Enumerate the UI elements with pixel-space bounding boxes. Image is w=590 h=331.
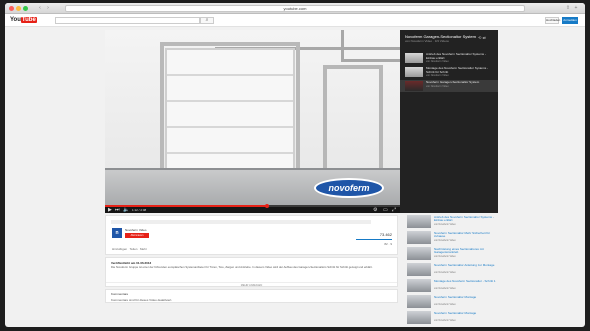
like-dislike-counts[interactable]: 82 · 9 — [384, 242, 392, 246]
share-button[interactable]: Teilen — [130, 247, 138, 251]
recommendation-item[interactable]: Novoferm Sectionaltor Montage von Novofer… — [407, 311, 502, 325]
action-bar: Hinzufügen Teilen Mehr — [112, 247, 147, 251]
upload-button[interactable]: Hochladen — [545, 17, 560, 24]
search-button[interactable]: ⌕ — [200, 17, 214, 24]
recommendation-meta: von Novoferm Video — [434, 239, 456, 242]
video-title-placeholder — [111, 220, 371, 224]
channel-avatar[interactable]: n — [112, 228, 122, 238]
playlist-item-title: Antrieb des Novoferm Sectionaltor System… — [426, 52, 486, 60]
playlist-item-channel: von Novoferm Video — [426, 60, 449, 63]
title-bar: ‹ › youtube.com ⇧ + — [5, 3, 585, 14]
progress-knob[interactable] — [265, 204, 270, 208]
recommendation-thumbnail — [407, 311, 431, 324]
recommendation-title: Antrieb des Novoferm Sectionaltor System… — [434, 215, 494, 223]
recommendation-title: Montage des Novoferm Sectionaltor - Schr… — [434, 279, 496, 283]
settings-icon[interactable]: ⚙ — [373, 207, 377, 213]
view-count: 73.462 — [379, 232, 392, 237]
recommendation-thumbnail — [407, 231, 431, 244]
recommendation-item[interactable]: Montage des Novoferm Sectionaltor - Schr… — [407, 279, 502, 293]
theater-icon[interactable]: ▭ — [383, 207, 388, 213]
loop-icon[interactable]: ⟲ — [478, 35, 481, 40]
next-icon[interactable]: ⏭ — [115, 207, 120, 213]
recommendation-meta: von Novoferm Video — [434, 271, 456, 274]
comments-card: Kommentare Kommentare sind für dieses Vi… — [105, 289, 398, 303]
recommendation-meta: von Novoferm Video — [434, 255, 456, 258]
close-window-icon[interactable] — [9, 6, 14, 11]
playlist-thumbnail — [405, 53, 423, 63]
like-ratio-bar — [356, 239, 392, 240]
recommendations-sidebar: Antrieb des Novoferm Sectionaltor System… — [407, 215, 502, 325]
playlist-item-active[interactable]: Novoferm Garagen-Sectionaltor System von … — [400, 80, 498, 92]
recommendation-item[interactable]: Antrieb des Novoferm Sectionaltor System… — [407, 215, 502, 229]
browser-window: ‹ › youtube.com ⇧ + YouTube ⌕ Hochladen … — [5, 3, 585, 327]
door-rail-right — [341, 30, 400, 62]
forward-arrow-icon[interactable]: › — [45, 5, 51, 11]
recommendation-item[interactable]: Nachrüstung eines Sectionaltores mit Gar… — [407, 247, 502, 261]
playlist-item-channel: von Novoferm Video — [426, 74, 449, 77]
recommendation-item[interactable]: Novoferm Sectionaltor Mehr Sicherheit fü… — [407, 231, 502, 245]
playlist-thumbnail — [405, 67, 423, 77]
subscribe-button[interactable]: Abonnieren — [125, 233, 149, 238]
signin-button[interactable]: Anmelden — [562, 17, 578, 24]
recommendation-title: Novoferm Sectionaltor Montage — [434, 295, 477, 299]
recommendation-title: Novoferm Sectionaltor Anleitung zur Mont… — [434, 263, 495, 267]
search-input[interactable] — [55, 17, 200, 24]
recommendation-thumbnail — [407, 247, 431, 260]
video-header-card: n Novoferm Video Abonnieren 73.462 82 · … — [105, 215, 398, 255]
share-icon[interactable]: ⇧ — [565, 5, 571, 11]
minimize-window-icon[interactable] — [16, 6, 21, 11]
recommendation-meta: von Novoferm Video — [434, 223, 456, 226]
recommendation-meta: von Novoferm Video — [434, 303, 456, 306]
recommendation-title: Nachrüstung eines Sectionaltores mit Gar… — [434, 247, 484, 255]
comments-disabled-text: Kommentare sind für dieses Video deaktiv… — [111, 298, 173, 302]
progress-fill — [105, 205, 268, 207]
progress-bar[interactable] — [105, 204, 400, 208]
recommendation-meta: von Novoferm Video — [434, 287, 456, 290]
recommendation-thumbnail — [407, 279, 431, 292]
fullscreen-icon[interactable]: ⤢ — [392, 207, 396, 213]
recommendation-thumbnail — [407, 295, 431, 308]
playlist-item-channel: von Novoferm Video — [426, 84, 449, 88]
back-arrow-icon[interactable]: ‹ — [37, 5, 43, 11]
channel-name[interactable]: Novoferm Video — [125, 228, 146, 232]
video-description: Die Novoferm Gruppe ist einer der führen… — [111, 265, 373, 269]
video-player[interactable]: novoferm ▶ ⏭ 🔈 1:12 / 2:08 ⚙ ▭ ⤢ Novofer… — [105, 30, 498, 213]
show-more-button[interactable]: MEHR ANZEIGEN — [106, 282, 397, 287]
time-display: 1:12 / 2:08 — [132, 208, 147, 212]
playlist-item[interactable]: Antrieb des Novoferm Sectionaltor System… — [400, 52, 498, 64]
playlist-item[interactable]: Montage des Novoferm Sectionaltor System… — [400, 66, 498, 78]
comments-heading: Kommentare — [111, 292, 129, 296]
brand-logo: novoferm — [314, 178, 384, 198]
play-icon[interactable]: ▶ — [108, 207, 112, 213]
search-icon: ⌕ — [205, 17, 209, 23]
add-to-button[interactable]: Hinzufügen — [112, 247, 127, 251]
recommendation-thumbnail — [407, 215, 431, 228]
playlist-controls: ⟲ ⇄ — [478, 35, 486, 40]
playlist-item-title: Montage des Novoferm Sectionaltor System… — [426, 66, 489, 74]
player-controls: ▶ ⏭ 🔈 1:12 / 2:08 ⚙ ▭ ⤢ — [105, 204, 400, 213]
playlist-subtitle: von Novoferm Video · 3/4 Videos — [405, 39, 449, 43]
new-tab-icon[interactable]: + — [573, 5, 579, 11]
shuffle-icon[interactable]: ⇄ — [482, 35, 485, 40]
recommendation-thumbnail — [407, 263, 431, 276]
video-info: n Novoferm Video Abonnieren 73.462 82 · … — [105, 215, 398, 319]
recommendation-title: Novoferm Sectionaltor Montage — [434, 311, 477, 315]
recommendation-meta: von Novoferm Video — [434, 319, 456, 322]
recommendation-title: Novoferm Sectionaltor Mehr Sicherheit fü… — [434, 231, 490, 239]
address-bar[interactable]: youtube.com — [65, 5, 525, 12]
description-card: Veröffentlicht am 01.06.2013 Die Novofer… — [105, 257, 398, 287]
logo-you: You — [10, 17, 21, 23]
youtube-header: YouTube ⌕ Hochladen Anmelden — [5, 14, 585, 27]
zoom-window-icon[interactable] — [23, 6, 28, 11]
youtube-logo[interactable]: YouTube — [10, 17, 37, 24]
playlist-thumbnail — [405, 81, 423, 91]
more-button[interactable]: Mehr — [140, 247, 147, 251]
volume-icon[interactable]: 🔈 — [123, 207, 129, 213]
video-frame[interactable]: novoferm — [105, 30, 400, 205]
logo-tube: Tube — [20, 17, 37, 23]
playlist-panel: Novoferm Garagen-Sectionaltor System von… — [400, 30, 498, 213]
recommendation-item[interactable]: Novoferm Sectionaltor Anleitung zur Mont… — [407, 263, 502, 277]
recommendation-item[interactable]: Novoferm Sectionaltor Montage von Novofer… — [407, 295, 502, 309]
